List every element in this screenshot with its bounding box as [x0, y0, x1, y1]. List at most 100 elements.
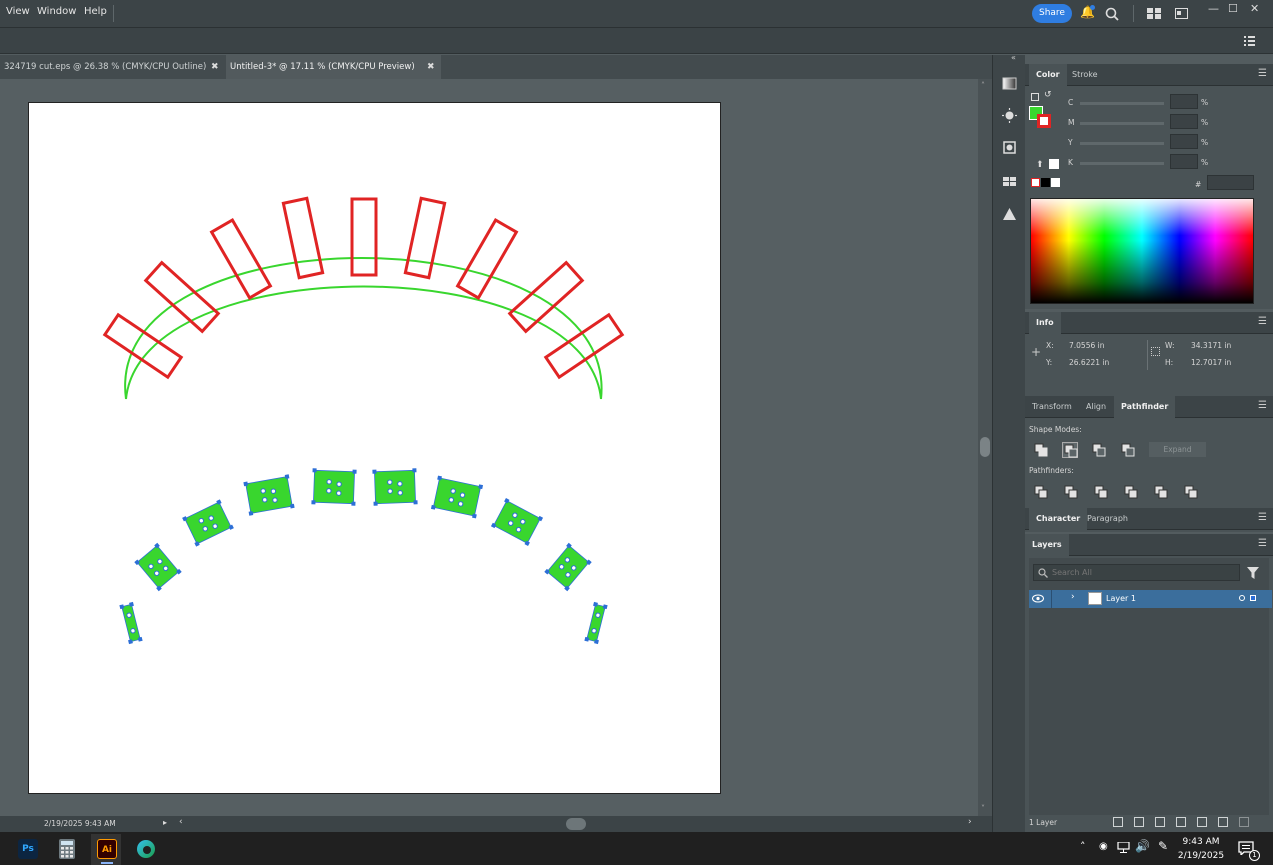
red-rectangle[interactable] — [403, 196, 447, 280]
panel-menu-icon[interactable]: ☰ — [1258, 316, 1267, 327]
white-swatch-2[interactable] — [1051, 178, 1060, 187]
none-swatch[interactable] — [1031, 178, 1040, 187]
artwork[interactable] — [29, 103, 722, 795]
chevron-right-icon[interactable]: › — [968, 817, 972, 827]
tab-transform[interactable]: Transform — [1025, 396, 1079, 418]
tab-align[interactable]: Align — [1079, 396, 1113, 418]
minimize-icon[interactable]: — — [1208, 2, 1219, 15]
eye-icon[interactable] — [1032, 594, 1044, 603]
tab-layers[interactable]: Layers — [1025, 534, 1069, 556]
panel-menu-icon[interactable]: ☰ — [1258, 400, 1267, 411]
shape-mode-exclude-button[interactable] — [1120, 442, 1136, 458]
taskbar-time[interactable]: 9:43 AM — [1176, 837, 1226, 847]
volume-icon[interactable]: 🔊 — [1135, 839, 1150, 853]
tray-app-icon[interactable]: ◉ — [1099, 841, 1108, 852]
red-rectangle[interactable] — [281, 196, 325, 280]
expand-button[interactable]: Expand — [1149, 442, 1206, 457]
menu-window[interactable]: Window — [37, 6, 76, 17]
green-segment[interactable] — [430, 475, 484, 519]
sublayer-icon[interactable] — [1197, 817, 1207, 827]
green-segment[interactable] — [119, 601, 143, 645]
vertical-scrollbar[interactable]: ˄ ˅ — [978, 79, 992, 816]
pathfinder-outline-button[interactable] — [1153, 484, 1169, 500]
edge-browser-icon[interactable] — [136, 839, 156, 859]
scroll-down-icon[interactable]: ˅ — [981, 804, 985, 813]
scroll-up-icon[interactable]: ˄ — [981, 81, 985, 90]
tab-paragraph[interactable]: Paragraph — [1080, 508, 1135, 530]
pathfinder-trim-button[interactable] — [1063, 484, 1079, 500]
black-swatch[interactable] — [1041, 178, 1050, 187]
lock-column[interactable] — [1051, 590, 1052, 608]
list-icon[interactable] — [1244, 36, 1255, 46]
play-icon[interactable]: ▸ — [163, 818, 167, 827]
pen-icon[interactable]: ✎ — [1158, 839, 1168, 853]
tab-pathfinder[interactable]: Pathfinder — [1114, 396, 1176, 418]
maximize-icon[interactable]: ☐ — [1228, 2, 1238, 15]
red-rectangles[interactable] — [102, 196, 625, 380]
pathfinder-crop-button[interactable] — [1123, 484, 1139, 500]
search-icon[interactable] — [1105, 7, 1119, 21]
out-of-gamut-icon[interactable]: ⬆ — [1036, 160, 1044, 170]
tab-untitled-3[interactable]: Untitled-3* @ 17.11 % (CMYK/CPU Preview) — [226, 55, 441, 79]
clip-icon[interactable] — [1176, 817, 1186, 827]
shapes-icon[interactable] — [1001, 206, 1018, 223]
tab-color[interactable]: Color — [1029, 64, 1067, 86]
tab-character[interactable]: Character — [1029, 508, 1088, 530]
menu-help[interactable]: Help — [84, 6, 107, 17]
close-icon[interactable]: ✕ — [1250, 2, 1259, 15]
pathfinder-divide-button[interactable] — [1033, 484, 1049, 500]
delete-icon[interactable] — [1239, 817, 1249, 827]
swap-colors-icon[interactable]: ↺ — [1044, 90, 1052, 100]
tab-stroke[interactable]: Stroke — [1065, 64, 1105, 86]
tab-info[interactable]: Info — [1029, 312, 1061, 334]
channel-input-c[interactable] — [1170, 94, 1198, 109]
target-icon[interactable] — [1239, 595, 1245, 601]
share-button[interactable]: Share — [1032, 4, 1072, 23]
pathfinder-minus-back-button[interactable] — [1183, 484, 1199, 500]
gradient-icon[interactable] — [1001, 75, 1018, 92]
channel-slider-c[interactable] — [1080, 102, 1164, 105]
photoshop-app[interactable]: Ps — [18, 839, 38, 859]
green-segments[interactable] — [119, 468, 608, 645]
red-rectangle[interactable] — [350, 197, 378, 277]
color-spectrum[interactable] — [1030, 198, 1254, 304]
illustrator-app[interactable]: Ai — [97, 839, 117, 859]
red-rectangle[interactable] — [102, 312, 184, 380]
stroke-swatch[interactable] — [1037, 114, 1051, 128]
red-rectangle[interactable] — [455, 218, 519, 300]
panel-toggle-icon[interactable] — [1175, 8, 1188, 19]
calculator-app-icon[interactable] — [59, 839, 75, 859]
panel-menu-icon[interactable]: ☰ — [1258, 68, 1267, 79]
network-icon[interactable] — [1117, 842, 1130, 853]
workspace-icon[interactable] — [1147, 8, 1161, 19]
red-rectangle[interactable] — [209, 218, 273, 300]
panel-menu-icon[interactable]: ☰ — [1258, 512, 1267, 523]
panel-menu-icon[interactable]: ☰ — [1258, 538, 1267, 549]
channel-input-m[interactable] — [1170, 114, 1198, 129]
shape-mode-intersect-button[interactable] — [1091, 442, 1107, 458]
layers-search[interactable] — [1033, 564, 1240, 581]
collect-icon[interactable] — [1134, 817, 1144, 827]
locate-icon[interactable] — [1155, 817, 1165, 827]
green-segment[interactable] — [243, 474, 295, 516]
scroll-thumb[interactable] — [980, 437, 990, 457]
close-icon[interactable]: ✖ — [211, 55, 219, 79]
green-segment[interactable] — [584, 601, 608, 645]
selection-indicator[interactable] — [1250, 595, 1256, 601]
default-colors-icon[interactable] — [1031, 93, 1039, 101]
green-segment[interactable] — [544, 542, 592, 592]
new-layer-icon[interactable] — [1218, 817, 1228, 827]
green-segment[interactable] — [490, 498, 544, 546]
chevron-up-icon[interactable]: ˄ — [1080, 840, 1086, 853]
shape-mode-minus-front-button[interactable] — [1062, 442, 1078, 458]
shape-mode-unite-button[interactable] — [1033, 442, 1049, 458]
red-rectangle[interactable] — [143, 260, 221, 334]
menu-view[interactable]: View — [6, 6, 30, 17]
filter-icon[interactable] — [1247, 567, 1259, 579]
channel-slider-y[interactable] — [1080, 142, 1164, 145]
tab-324719-cut[interactable]: 324719 cut.eps @ 26.38 % (CMYK/CPU Outli… — [0, 55, 222, 79]
red-rectangle[interactable] — [543, 312, 625, 380]
green-segment[interactable] — [134, 542, 182, 592]
layers-search-input[interactable] — [1052, 566, 1232, 579]
artboard[interactable] — [28, 102, 721, 794]
